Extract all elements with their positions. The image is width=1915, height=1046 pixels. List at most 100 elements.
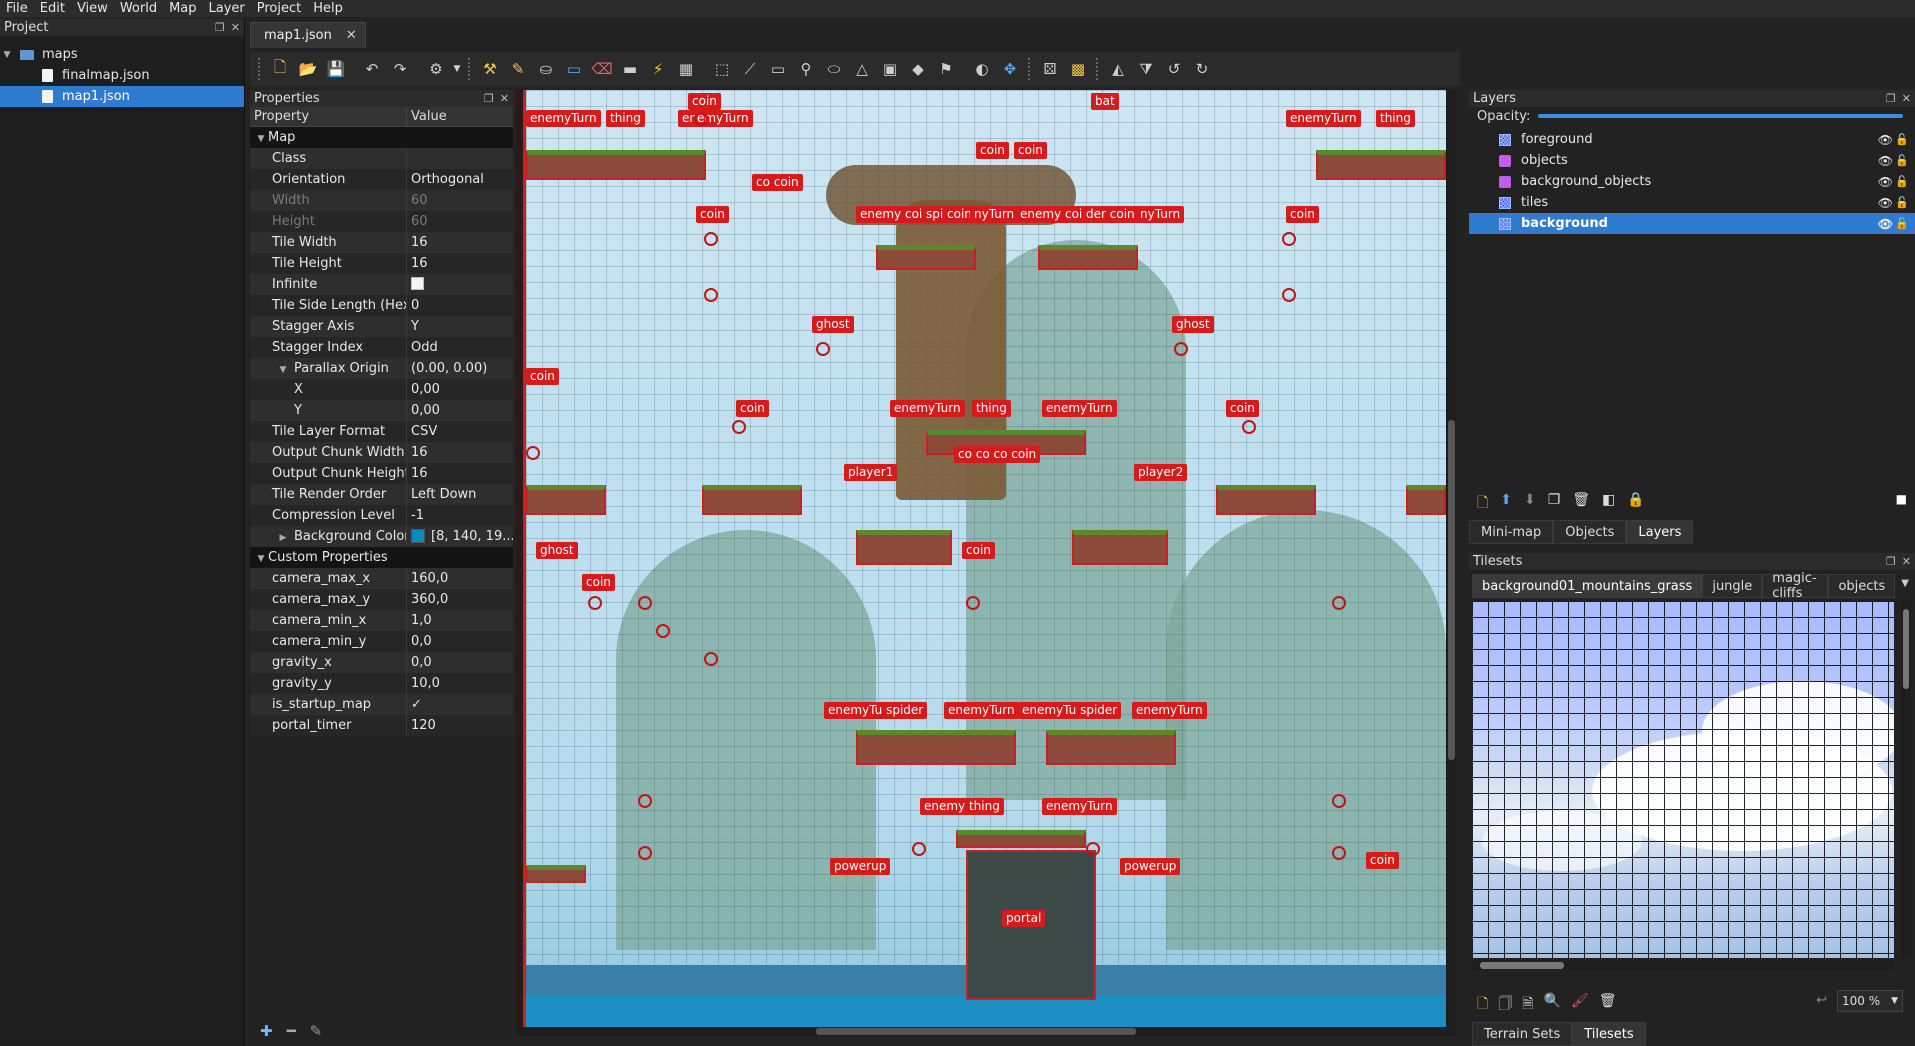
object-label[interactable]: enemyTurn xyxy=(944,702,1019,719)
object-label[interactable]: nyTurn xyxy=(970,206,1019,223)
select-same-tile-icon[interactable]: ▦ xyxy=(672,56,700,82)
chevron-down-icon[interactable]: ▼ xyxy=(254,554,268,564)
tab-terrain-sets[interactable]: Terrain Sets xyxy=(1472,1022,1573,1046)
object-label[interactable]: spi coin xyxy=(922,206,976,223)
platform[interactable] xyxy=(1038,245,1138,270)
wang-fill-icon[interactable]: ▩ xyxy=(1064,56,1092,82)
insert-text-icon[interactable]: ⚑ xyxy=(932,56,960,82)
property-value-cell[interactable]: 120 xyxy=(407,715,513,736)
property-value-cell[interactable]: Left Down xyxy=(407,484,513,505)
property-value-cell[interactable]: 160,0 xyxy=(407,568,513,589)
color-swatch[interactable] xyxy=(411,529,425,543)
coin-object[interactable] xyxy=(588,596,602,610)
unlock-icon[interactable]: 🔓 xyxy=(1895,175,1909,188)
property-value-cell[interactable]: -1 xyxy=(407,505,513,526)
layer-row-foreground[interactable]: foreground 👁 🔓 xyxy=(1469,129,1915,150)
coin-object[interactable] xyxy=(704,652,718,666)
close-icon[interactable]: ✕ xyxy=(346,28,357,43)
menu-layer[interactable]: Layer xyxy=(203,0,251,17)
platform[interactable] xyxy=(856,530,952,565)
platform[interactable] xyxy=(956,830,1086,848)
coin-object[interactable] xyxy=(966,596,980,610)
unlock-icon[interactable]: 🔓 xyxy=(1895,196,1909,209)
platform[interactable] xyxy=(526,865,586,883)
platform[interactable] xyxy=(1216,485,1316,515)
shape-fill-icon[interactable]: ▭ xyxy=(560,56,588,82)
visibility-eye-icon[interactable]: 👁 xyxy=(1878,217,1893,231)
tab-jungle[interactable]: jungle xyxy=(1702,574,1763,598)
toolbar-grip[interactable] xyxy=(258,58,262,80)
chevron-down-icon[interactable]: ▼ xyxy=(1895,574,1915,598)
object-label[interactable]: coin xyxy=(526,368,559,385)
menu-map[interactable]: Map xyxy=(163,0,202,17)
layer-row-objects[interactable]: objects 👁 🔓 xyxy=(1469,150,1915,171)
property-group-row[interactable]: ▼ Custom Properties xyxy=(250,547,513,568)
infinite-checkbox[interactable] xyxy=(411,277,424,290)
toolbar-grip[interactable] xyxy=(1096,58,1100,80)
property-row[interactable]: Output Chunk Width 16 xyxy=(250,442,513,463)
magic-wand-icon[interactable]: ⚡ xyxy=(644,56,672,82)
menu-edit[interactable]: Edit xyxy=(34,0,71,17)
object-label[interactable]: enemyTurn xyxy=(1132,702,1207,719)
coin-object[interactable] xyxy=(1332,596,1346,610)
property-value-cell[interactable] xyxy=(407,148,513,169)
remove-property-icon[interactable]: ━ xyxy=(287,1022,296,1040)
tab-magic-cliffs[interactable]: magic-cliffs xyxy=(1762,571,1829,601)
platform[interactable] xyxy=(526,150,706,180)
visibility-eye-icon[interactable]: 👁 xyxy=(1878,154,1893,168)
object-label[interactable]: ghost xyxy=(1172,316,1214,333)
object-label[interactable]: der coin xyxy=(1082,206,1139,223)
platform[interactable] xyxy=(1046,730,1176,765)
menu-file[interactable]: File xyxy=(0,0,34,17)
map-vertical-scrollbar[interactable] xyxy=(1447,90,1456,1035)
property-value-cell[interactable]: Odd xyxy=(407,337,513,358)
map-view[interactable]: enemyTurn thing coin enemyTurn bat enemy… xyxy=(516,90,1456,1036)
coin-object[interactable] xyxy=(704,288,718,302)
property-value-cell[interactable]: 16 xyxy=(407,232,513,253)
tab-objects-tileset[interactable]: objects xyxy=(1828,574,1896,598)
property-row[interactable]: camera_max_y 360,0 xyxy=(250,589,513,610)
property-value-cell[interactable]: 60 xyxy=(407,190,513,211)
object-label[interactable]: co co co coin xyxy=(954,446,1041,463)
rename-property-icon[interactable]: ✎ xyxy=(310,1022,323,1040)
unlock-icon[interactable]: 🔓 xyxy=(1895,217,1909,230)
dynamic-wrap-icon[interactable]: ↩ xyxy=(1816,993,1827,1008)
property-value-cell[interactable]: 60 xyxy=(407,211,513,232)
property-row[interactable]: Tile Height 16 xyxy=(250,253,513,274)
object-label[interactable]: enemy thing xyxy=(920,798,1004,815)
property-value-cell[interactable]: Y xyxy=(407,316,513,337)
property-row[interactable]: Class xyxy=(250,148,513,169)
platform[interactable] xyxy=(702,485,802,515)
insert-template-icon[interactable]: ◆ xyxy=(904,56,932,82)
select-objects-icon[interactable]: ⬚ xyxy=(708,56,736,82)
coin-object[interactable] xyxy=(638,596,652,610)
show-other-layers-icon[interactable]: ◧ xyxy=(1602,492,1615,516)
redo-icon[interactable]: ↷ xyxy=(386,56,414,82)
object-label[interactable]: coin xyxy=(582,574,615,591)
coin-object[interactable] xyxy=(1174,342,1188,356)
platform[interactable] xyxy=(856,730,1016,765)
coin-object[interactable] xyxy=(732,420,746,434)
property-value-cell[interactable]: 16 xyxy=(407,253,513,274)
scrollbar-thumb[interactable] xyxy=(1448,420,1455,760)
insert-rectangle-icon[interactable]: ▭ xyxy=(764,56,792,82)
scrollbar-thumb[interactable] xyxy=(1480,962,1564,969)
object-label[interactable]: coin xyxy=(976,142,1009,159)
property-value-cell[interactable]: ✓ xyxy=(407,694,513,715)
layer-menu-icon[interactable]: ■ xyxy=(1896,492,1907,506)
object-label[interactable]: coin xyxy=(1366,852,1399,869)
tileset-properties-icon[interactable]: 🖌 xyxy=(1571,993,1589,1017)
toolbar-grip[interactable] xyxy=(468,58,472,80)
object-label[interactable]: coin xyxy=(736,400,769,417)
property-row[interactable]: Tile Side Length (Hex) 0 xyxy=(250,295,513,316)
close-icon[interactable]: ✕ xyxy=(231,21,240,34)
coin-object[interactable] xyxy=(526,446,540,460)
delete-layer-icon[interactable]: 🗑 xyxy=(1572,492,1590,516)
property-value-cell[interactable]: [8, 140, 19... xyxy=(407,526,513,547)
object-label[interactable]: coin xyxy=(696,206,729,223)
property-value-cell[interactable]: 0,00 xyxy=(407,379,513,400)
property-value-cell[interactable]: Orthogonal xyxy=(407,169,513,190)
chevron-down-icon[interactable]: ▼ xyxy=(254,134,268,144)
property-row[interactable]: camera_min_x 1,0 xyxy=(250,610,513,631)
property-row[interactable]: Tile Width 16 xyxy=(250,232,513,253)
